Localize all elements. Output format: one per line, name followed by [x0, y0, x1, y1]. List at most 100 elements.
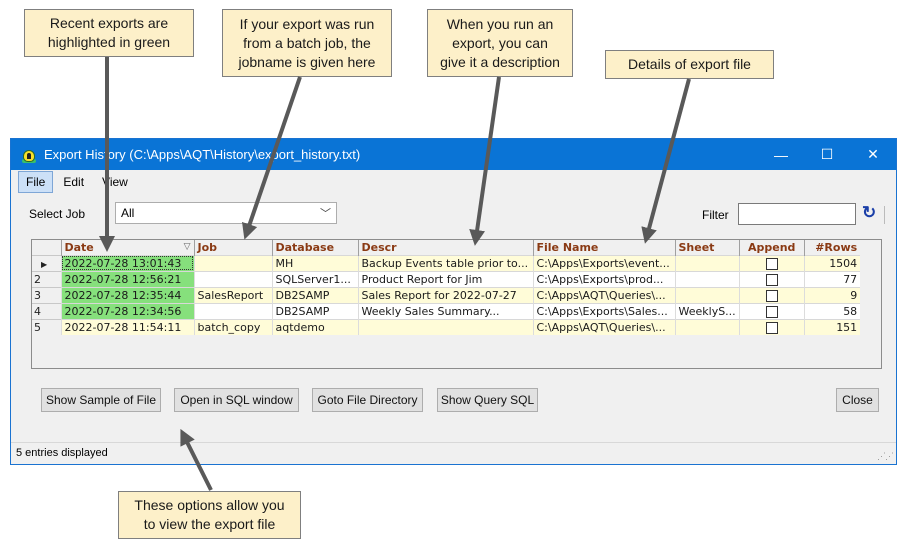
append-checkbox[interactable] [765, 273, 778, 286]
cell-append[interactable] [738, 270, 805, 287]
maximize-button[interactable]: ☐ [804, 139, 850, 170]
callout-view-options: These options allow you to view the expo… [118, 491, 301, 539]
row-header[interactable]: ▶ [32, 254, 61, 271]
sort-filter-icon[interactable]: ▽ [184, 242, 191, 252]
show-query-sql-button[interactable]: Show Query SQL [437, 388, 538, 412]
column-header-descr[interactable]: Descr [357, 240, 533, 255]
cell-append[interactable] [738, 286, 805, 303]
current-row-pointer-icon: ▶ [41, 259, 48, 269]
close-window-button[interactable]: ✕ [850, 139, 896, 170]
column-header-sheet[interactable]: Sheet [674, 240, 740, 255]
select-job-dropdown[interactable]: All ﹀ [115, 202, 337, 224]
cell-file-name[interactable]: C:\Apps\Exports\Sales... [532, 302, 675, 319]
corner-header [32, 240, 61, 255]
cell-sheet[interactable] [674, 270, 740, 287]
callout-file-details: Details of export file [605, 50, 774, 79]
cell-rows[interactable]: 77 [803, 270, 861, 287]
cell-job[interactable] [193, 302, 272, 319]
cell-descr[interactable]: Backup Events table prior to... [357, 254, 533, 271]
cell-database[interactable]: aqtdemo [271, 318, 358, 335]
chevron-down-icon: ﹀ [320, 208, 331, 220]
close-button[interactable]: Close [836, 388, 879, 412]
cell-job[interactable]: batch_copy [193, 318, 272, 335]
cell-descr[interactable]: Product Report for Jim [357, 270, 533, 287]
maximize-icon: ☐ [820, 146, 834, 162]
table-row[interactable]: 5 2022-07-28 11:54:11 batch_copy aqtdemo C:\… [32, 318, 861, 335]
menu-edit[interactable]: Edit [55, 171, 92, 193]
cell-rows[interactable]: 58 [803, 302, 861, 319]
table-row[interactable]: 4 2022-07-28 12:34:56 DB2SAMP Weekly Sales … [32, 302, 861, 319]
column-header-job[interactable]: Job [193, 240, 272, 255]
select-job-label: Select Job [29, 207, 86, 221]
append-checkbox[interactable] [765, 305, 778, 318]
toolbar-divider [884, 206, 885, 224]
cell-append[interactable] [738, 302, 805, 319]
table-row[interactable]: 2 2022-07-28 12:56:21 SQLServer1... Product… [32, 270, 861, 287]
cell-date[interactable]: 2022-07-28 11:54:11 [60, 318, 194, 335]
cell-sheet[interactable] [674, 254, 740, 271]
row-header[interactable]: 5 [32, 318, 61, 335]
status-text: 5 entries displayed [16, 447, 108, 459]
minimize-button[interactable]: — [758, 139, 804, 170]
cell-date[interactable]: 2022-07-28 12:35:44 [60, 286, 194, 303]
cell-database[interactable]: SQLServer1... [271, 270, 358, 287]
cell-append[interactable] [738, 254, 805, 271]
export-table: Date ▽ Job Database Descr File Name Sheet… [32, 240, 861, 335]
minimize-icon: — [774, 146, 788, 163]
cell-file-name[interactable]: C:\Apps\AQT\Queries\... [532, 318, 675, 335]
show-sample-button[interactable]: Show Sample of File [41, 388, 161, 412]
column-header-append[interactable]: Append [738, 240, 805, 255]
cell-database[interactable]: DB2SAMP [271, 286, 358, 303]
callout-description: When you run an export, you can give it … [427, 9, 573, 77]
cell-file-name[interactable]: C:\Apps\Exports\event... [532, 254, 675, 271]
column-header-date[interactable]: Date ▽ [60, 240, 194, 255]
open-in-sql-button[interactable]: Open in SQL window [174, 388, 299, 412]
cell-date[interactable]: 2022-07-28 13:01:43 [60, 254, 194, 271]
append-checkbox[interactable] [765, 257, 778, 270]
callout-recent-exports: Recent exports are highlighted in green [24, 9, 194, 57]
title-bar[interactable]: Export History (C:\Apps\AQT\History\expo… [11, 139, 896, 170]
status-bar: 5 entries displayed ⋰⋰ [11, 442, 896, 464]
cell-file-name[interactable]: C:\Apps\AQT\Queries\... [532, 286, 675, 303]
cell-rows[interactable]: 151 [803, 318, 861, 335]
cell-job[interactable] [193, 254, 272, 271]
select-job-value: All [121, 206, 135, 220]
resize-grip-icon[interactable]: ⋰⋰ [877, 451, 894, 462]
refresh-icon[interactable]: ↻ [862, 203, 876, 223]
append-checkbox[interactable] [765, 321, 778, 334]
cell-rows[interactable]: 1504 [803, 254, 861, 271]
column-header-rows[interactable]: #Rows [803, 240, 861, 255]
row-header[interactable]: 3 [32, 286, 61, 303]
table-header-row: Date ▽ Job Database Descr File Name Sheet… [32, 240, 861, 255]
table-row[interactable]: ▶ 2022-07-28 13:01:43 MH Backup Events tabl… [32, 254, 861, 271]
cell-date[interactable]: 2022-07-28 12:56:21 [60, 270, 194, 287]
column-header-database[interactable]: Database [271, 240, 358, 255]
table-row[interactable]: 3 2022-07-28 12:35:44 SalesReport DB2SAMP Sa… [32, 286, 861, 303]
app-icon [21, 147, 37, 163]
filter-input[interactable] [738, 203, 856, 225]
cell-descr[interactable]: Sales Report for 2022-07-27 [357, 286, 533, 303]
callout-job-name: If your export was run from a batch job,… [222, 9, 392, 77]
cell-date[interactable]: 2022-07-28 12:34:56 [60, 302, 194, 319]
cell-append[interactable] [738, 318, 805, 335]
goto-file-directory-button[interactable]: Goto File Directory [312, 388, 423, 412]
column-header-file-name[interactable]: File Name [532, 240, 675, 255]
cell-file-name[interactable]: C:\Apps\Exports\prod... [532, 270, 675, 287]
export-history-grid: Date ▽ Job Database Descr File Name Sheet… [31, 239, 882, 369]
cell-job[interactable] [193, 270, 272, 287]
cell-job[interactable]: SalesReport [193, 286, 272, 303]
cell-descr[interactable]: Weekly Sales Summary... [357, 302, 533, 319]
menu-view[interactable]: View [94, 171, 136, 193]
cell-descr[interactable] [357, 318, 533, 335]
cell-database[interactable]: DB2SAMP [271, 302, 358, 319]
cell-database[interactable]: MH [271, 254, 358, 271]
row-header[interactable]: 2 [32, 270, 61, 287]
cell-rows[interactable]: 9 [803, 286, 861, 303]
cell-sheet[interactable]: WeeklyS... [674, 302, 740, 319]
filter-label: Filter [702, 208, 729, 222]
cell-sheet[interactable] [674, 286, 740, 303]
row-header[interactable]: 4 [32, 302, 61, 319]
append-checkbox[interactable] [765, 289, 778, 302]
cell-sheet[interactable] [674, 318, 740, 335]
menu-file[interactable]: File [18, 171, 54, 193]
